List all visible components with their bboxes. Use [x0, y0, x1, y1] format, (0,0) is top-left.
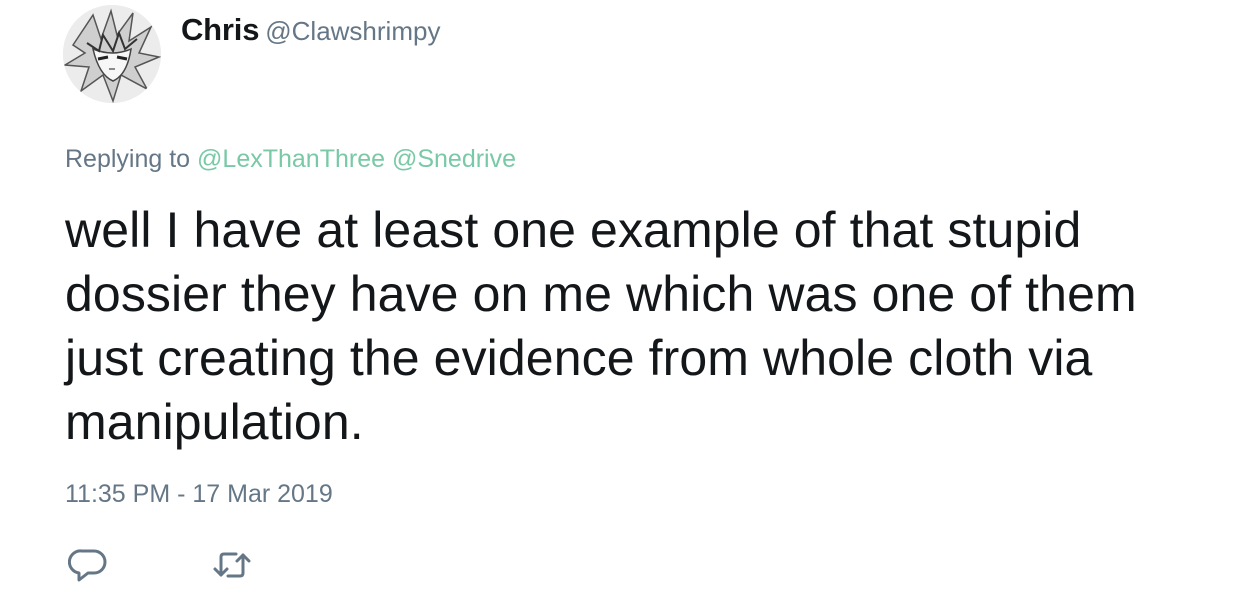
tweet-card: Chris @Clawshrimpy Replying to @LexThanTh… — [0, 0, 1240, 595]
tweet-header: Chris @Clawshrimpy — [181, 12, 440, 48]
anime-avatar-icon — [63, 5, 161, 103]
user-handle[interactable]: @Clawshrimpy — [265, 16, 440, 46]
tweet-text: well I have at least one example of that… — [65, 202, 1137, 450]
avatar[interactable] — [63, 5, 161, 103]
replying-to: Replying to @LexThanThree @Snedrive — [65, 145, 516, 174]
tweet-timestamp[interactable]: 11:35 PM - 17 Mar 2019 — [65, 480, 333, 509]
replying-to-label: Replying to — [65, 145, 191, 173]
reply-button[interactable] — [67, 547, 108, 583]
retweet-icon — [213, 552, 251, 578]
display-name[interactable]: Chris — [181, 12, 259, 47]
mention-link[interactable]: @Snedrive — [392, 145, 516, 173]
reply-icon — [67, 549, 107, 582]
mention-link[interactable]: @LexThanThree — [197, 145, 385, 173]
retweet-button[interactable] — [212, 547, 252, 583]
